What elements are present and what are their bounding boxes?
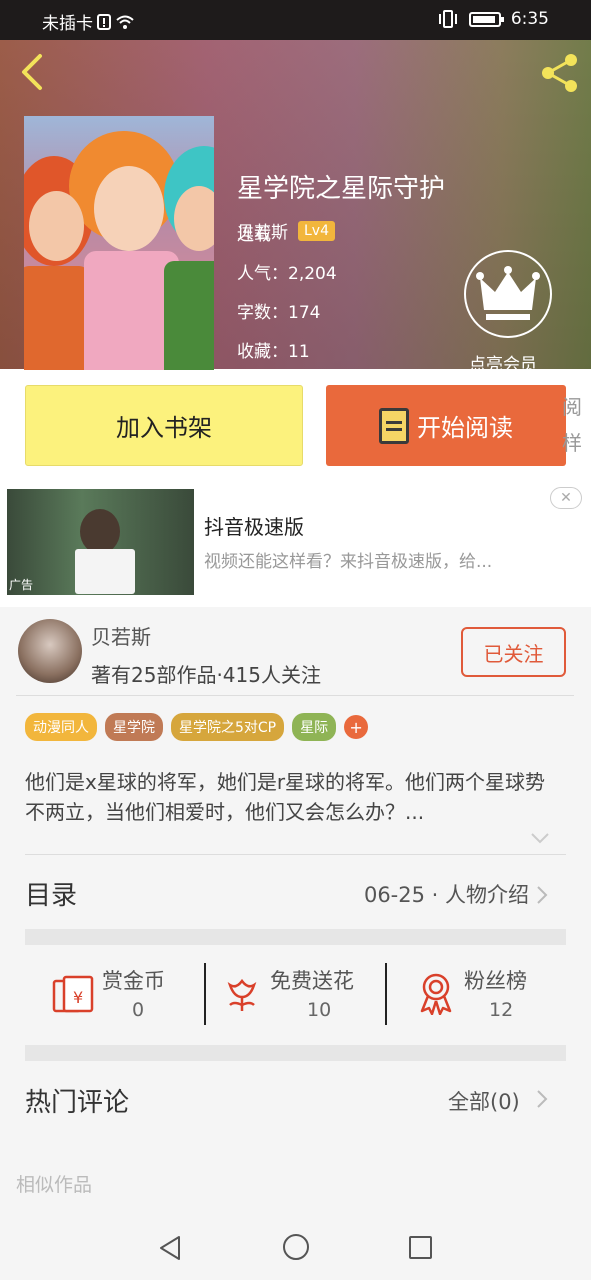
sim-alert-icon [97,13,111,30]
all-comments-link[interactable]: 全部(0) [448,1086,520,1116]
divider [25,854,566,855]
wifi-icon [116,15,134,29]
medal-icon [420,973,452,1015]
divider [204,963,206,1025]
book-word-count: 字数：174 [237,303,321,323]
chevron-left-icon [22,54,42,90]
tag-chip[interactable]: 动漫同人 [25,713,97,741]
flower-icon [227,978,257,1011]
crown-icon [476,266,540,320]
book-cover[interactable] [24,116,214,370]
start-reading-button[interactable]: 开始阅读 [326,385,566,466]
nav-recents-icon[interactable] [409,1236,432,1259]
red-envelope-icon: ¥ [52,975,94,1013]
tag-list: 动漫同人 星学院 星学院之5对CP 星际 + [25,713,369,741]
ad-image[interactable]: 广告 [7,489,194,595]
book-title: 星学院之星际守护 [237,174,446,204]
toc-label[interactable]: 目录 [25,875,77,912]
send-flower-stat[interactable]: 免费送花 10 [222,965,382,1025]
expand-chevron-down-icon[interactable] [530,831,550,845]
author-stats: 著有25部作品·415人关注 [91,663,321,687]
start-reading-label: 开始阅读 [417,414,513,442]
chevron-right-icon[interactable] [536,1089,548,1109]
tag-chip[interactable]: 星学院 [105,713,163,741]
ad-tag: 广告 [9,578,34,592]
book-icon [379,407,409,444]
back-button[interactable] [16,52,48,92]
vip-label[interactable]: 点亮会员 [469,350,537,375]
tag-chip[interactable]: 星际 [292,713,337,741]
stat-label: 赏金币 [102,969,165,993]
hot-comments-label: 热门评论 [25,1088,130,1118]
nav-back-icon[interactable] [158,1235,182,1261]
fan-ranking-stat[interactable]: 粉丝榜 12 [416,965,566,1025]
share-button[interactable] [539,52,581,94]
ad-banner[interactable]: 广告 抖音极速版 视频还能这样看？来抖音极速版，给... ✕ [0,481,591,607]
carrier-label: 未插卡 [42,14,93,34]
avatar[interactable] [18,619,82,683]
book-details: 贝若斯 著有25部作品·415人关注 已关注 动漫同人 星学院 星学院之5对CP… [0,607,591,1247]
book-favorites: 收藏：11 [237,342,310,362]
status-bar: 未插卡 6:35 [0,0,591,40]
ad-title[interactable]: 抖音极速版 [204,511,304,540]
tag-chip[interactable]: 星学院之5对CP [171,713,285,741]
divider [16,695,574,696]
section-band [25,929,566,945]
book-popularity: 人气：2,204 [237,264,337,284]
add-to-shelf-button[interactable]: 加入书架 [25,385,303,466]
more-tags-button[interactable]: + [344,715,369,739]
similar-works-label: 相似作品 [16,1174,93,1196]
action-bar: 加入书架 开始阅读 阅 样看 [0,369,591,481]
ad-close-button[interactable]: ✕ [550,487,582,509]
reward-coins-stat[interactable]: ¥ 赏金币 0 [52,965,192,1025]
share-icon [542,54,577,92]
peek-text: 阅 样看 [562,395,582,469]
battery-icon [468,11,504,27]
section-band [25,1045,566,1061]
system-nav-bar [0,1213,591,1280]
stat-value: 10 [307,999,332,1021]
chevron-right-icon[interactable] [536,885,548,905]
follow-button[interactable]: 已关注 [461,627,566,677]
stat-value: 12 [489,999,514,1021]
stat-label: 粉丝榜 [464,969,527,993]
divider [385,963,387,1025]
level-badge: Lv4 [298,220,335,241]
book-header: 星学院之星际守护 贝若斯 Lv4 连载 人气：2,204 字数：174 收藏：1… [0,40,591,375]
vip-button[interactable] [464,250,552,338]
nav-home-icon[interactable] [283,1234,309,1260]
vibrate-icon [438,10,457,28]
book-status: 连载 [237,225,271,245]
book-description: 他们是x星球的将军，她们是r星球的将军。他们两个星球势不两立，当他们相爱时，他们… [25,770,546,824]
ad-description[interactable]: 视频还能这样看？来抖音极速版，给... [204,547,492,572]
stat-label: 免费送花 [270,969,354,993]
author-name[interactable]: 贝若斯 [91,621,151,650]
clock: 6:35 [510,9,549,29]
svg-text:¥: ¥ [73,988,83,1007]
toc-latest-chapter[interactable]: 06-25 · 人物介绍 [364,879,529,909]
stat-value: 0 [132,999,145,1021]
